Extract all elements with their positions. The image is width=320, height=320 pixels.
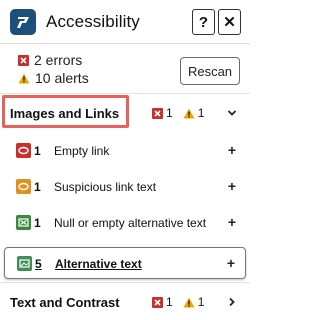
section-counts: 1 1: [152, 295, 204, 309]
list-item-suspicious-link-text[interactable]: 1 Suspicious link text +: [4, 171, 246, 203]
panel-title: Accessibility: [46, 12, 140, 31]
list-item-null-or-empty-alt-text[interactable]: 1 Null or empty alternative text +: [4, 207, 246, 239]
alert-icon: [183, 297, 195, 307]
list-item-empty-link[interactable]: 1 Empty link +: [4, 135, 246, 167]
expand-plus-icon[interactable]: +: [228, 142, 236, 158]
section-error-count: 1: [166, 106, 173, 120]
section-text-and-contrast[interactable]: Text and Contrast 1 1: [0, 282, 250, 320]
section-error-count: 1: [166, 295, 173, 309]
error-icon: [18, 54, 29, 66]
item-label: Alternative text: [55, 257, 142, 271]
item-count: 5: [35, 257, 42, 271]
section-counts: 1 1: [152, 106, 204, 120]
alert-icon: [183, 108, 195, 118]
section-label: Text and Contrast: [10, 295, 120, 310]
alerts-summary: 10 alerts: [18, 70, 89, 86]
item-count: 1: [34, 180, 41, 194]
item-label: Empty link: [54, 144, 110, 158]
link-alert-icon: [16, 179, 31, 194]
section-alert-count: 1: [197, 106, 205, 120]
expand-plus-icon[interactable]: +: [228, 214, 236, 230]
alert-icon: [18, 73, 30, 83]
app-logo-icon: [10, 9, 36, 35]
section-images-and-links[interactable]: Images and Links 1 1: [0, 93, 250, 131]
summary: 2 errors 10 alerts Rescan: [0, 45, 250, 89]
errors-summary: 2 errors: [18, 52, 82, 68]
rescan-button[interactable]: Rescan: [180, 57, 240, 85]
list-item-alternative-text[interactable]: 5 Alternative text +: [4, 247, 246, 279]
chevron-right-icon[interactable]: [227, 297, 237, 307]
item-count: 1: [34, 216, 41, 230]
item-count: 1: [34, 144, 41, 158]
error-icon: [152, 107, 163, 119]
image-alt-icon: [16, 215, 31, 230]
image-icon: [17, 256, 32, 271]
expand-plus-icon[interactable]: +: [228, 178, 236, 194]
chevron-down-icon[interactable]: [227, 108, 237, 118]
panel-header: Accessibility ? ✕: [0, 0, 250, 44]
section-alert-count: 1: [197, 295, 205, 309]
expand-plus-icon[interactable]: +: [227, 255, 235, 271]
broken-link-icon: [16, 143, 31, 158]
errors-count-text: 2 errors: [34, 52, 83, 68]
section-label: Images and Links: [10, 106, 120, 121]
item-label: Null or empty alternative text: [54, 216, 207, 230]
close-button[interactable]: ✕: [218, 9, 241, 35]
alerts-count-text: 10 alerts: [35, 70, 89, 86]
error-icon: [152, 296, 163, 308]
help-button[interactable]: ?: [192, 9, 215, 35]
item-label: Suspicious link text: [54, 180, 157, 194]
